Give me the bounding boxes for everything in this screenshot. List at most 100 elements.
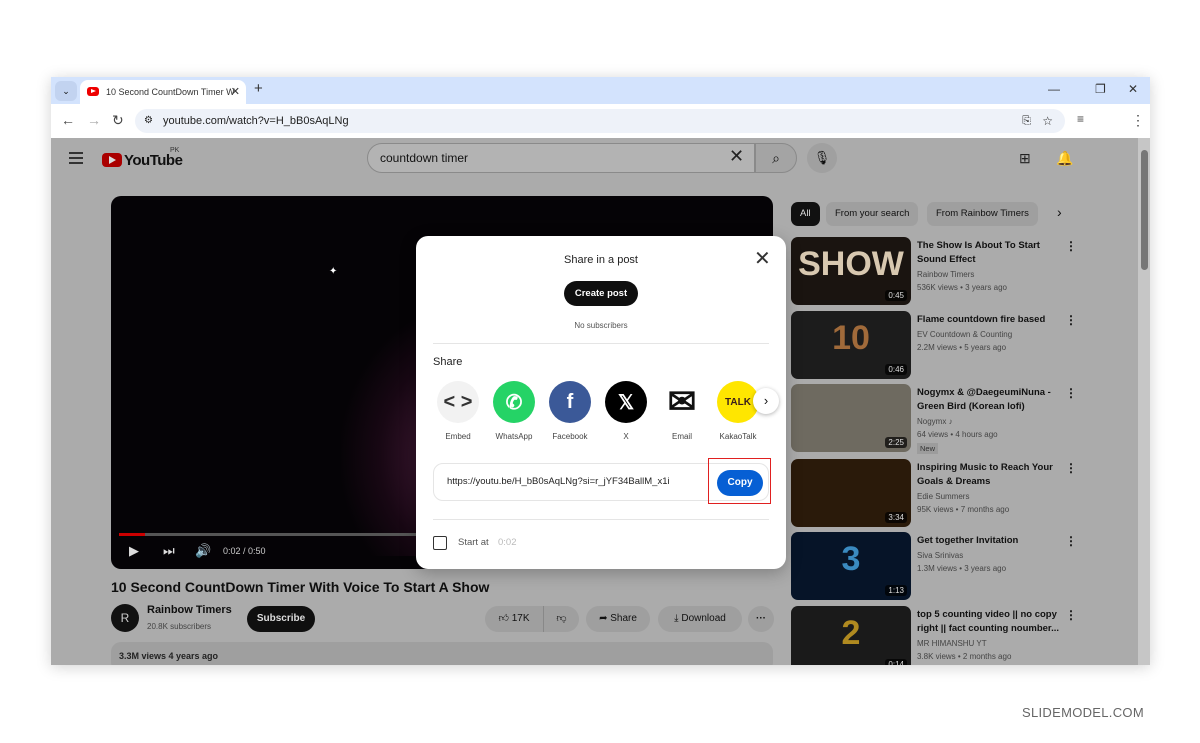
video-time: 0:02 / 0:50 [223, 546, 266, 556]
voice-search-button[interactable]: 🎙 [807, 143, 837, 173]
recommendation-channel[interactable]: EV Countdown & Counting [917, 330, 1012, 339]
video-thumbnail[interactable]: SHOW 0:45 [791, 237, 911, 305]
recommendation-item[interactable]: 3 1:13 Get together Invitation Siva Srin… [791, 532, 1131, 600]
share-option-x[interactable]: 𝕏X [604, 381, 648, 441]
start-at-checkbox[interactable] [433, 536, 447, 550]
notifications-bell-icon[interactable]: 🔔 [1056, 150, 1073, 167]
start-at-time[interactable]: 0:02 [498, 537, 517, 548]
recommendation-title[interactable]: Get together Invitation [917, 534, 1062, 548]
tab-search-button[interactable]: ⌄ [55, 81, 77, 101]
recommendation-title[interactable]: The Show Is About To Start Sound Effect [917, 239, 1062, 267]
minimize-button[interactable]: — [1048, 82, 1060, 96]
recommendation-item[interactable]: 3:34 Inspiring Music to Reach Your Goals… [791, 459, 1131, 527]
description-box[interactable]: 3.3M views 4 years ago [111, 642, 773, 665]
reload-button[interactable]: ↻ [112, 112, 124, 129]
like-button[interactable]: 👍︎ 17K [485, 606, 543, 632]
chips-next-icon[interactable]: › [1057, 204, 1062, 220]
subscriber-count: 20.8K subscribers [147, 622, 212, 631]
share-option-label: Email [671, 432, 692, 441]
subscribe-button[interactable]: Subscribe [247, 606, 315, 632]
create-video-icon[interactable]: ⊞ [1019, 150, 1031, 167]
video-thumbnail[interactable]: 10 0:46 [791, 311, 911, 379]
share-option-kakaotalk[interactable]: TALK KakaoTalk [716, 381, 760, 441]
x-icon: 𝕏 [605, 381, 647, 423]
recommendation-title[interactable]: Flame countdown fire based [917, 313, 1062, 327]
browser-menu-icon[interactable]: ⋮ [1131, 112, 1145, 129]
chip-from-rainbow-timers[interactable]: From Rainbow Timers [927, 202, 1038, 226]
create-post-button[interactable]: Create post [564, 281, 638, 306]
video-duration: 0:14 [885, 659, 907, 665]
chip-all[interactable]: All [791, 202, 820, 226]
recommendation-meta: 64 views • 4 hours ago [917, 430, 998, 439]
share-option-label: KakaoTalk [719, 432, 757, 441]
share-option-email[interactable]: ✉ Email [660, 381, 704, 441]
close-tab-icon[interactable]: ✕ [231, 80, 240, 104]
share-option-label: WhatsApp [495, 432, 533, 441]
recommendation-channel[interactable]: Nogymx ♪ [917, 417, 953, 426]
chip-from-your-search[interactable]: From your search [826, 202, 919, 226]
scrollbar-thumb[interactable] [1141, 150, 1148, 270]
more-options-icon[interactable]: ⋮ [1065, 534, 1077, 548]
video-duration: 3:34 [885, 512, 907, 523]
divider [433, 343, 769, 344]
close-window-button[interactable]: ✕ [1128, 82, 1138, 96]
browser-tab[interactable]: 10 Second CountDown Timer W ✕ [80, 80, 246, 104]
url-input[interactable]: ⚙ youtube.com/watch?v=H_bB0sAqLNg ⎘ ☆ [135, 109, 1065, 133]
more-options-icon[interactable]: ⋮ [1065, 386, 1077, 400]
install-icon[interactable]: ⎘ [1022, 109, 1031, 133]
recommendation-meta: 95K views • 7 months ago [917, 505, 1010, 514]
video-duration: 0:46 [885, 364, 907, 375]
channel-name[interactable]: Rainbow Timers [147, 604, 232, 616]
recommendation-item[interactable]: 2:25 Nogymx & @DaegeumiNuna - Green Bird… [791, 384, 1131, 454]
video-thumbnail[interactable]: 3 1:13 [791, 532, 911, 600]
more-options-icon[interactable]: ⋮ [1065, 461, 1077, 475]
more-options-icon[interactable]: ⋮ [1065, 608, 1077, 622]
play-button[interactable]: ▶ [129, 543, 139, 559]
recommendation-title[interactable]: top 5 counting video || no copy right ||… [917, 608, 1062, 636]
restore-button[interactable]: ❐ [1095, 82, 1106, 96]
recommendation-title[interactable]: Inspiring Music to Reach Your Goals & Dr… [917, 461, 1062, 489]
share-option-embed[interactable]: < > Embed [436, 381, 480, 441]
recommendation-item[interactable]: SHOW 0:45 The Show Is About To Start Sou… [791, 237, 1131, 305]
share-option-whatsapp[interactable]: ✆ WhatsApp [492, 381, 536, 441]
share-button[interactable]: ➦ Share [586, 606, 650, 632]
volume-icon[interactable]: 🔊 [195, 543, 211, 559]
no-subscribers-text: No subscribers [574, 321, 628, 330]
menu-icon[interactable] [69, 152, 83, 154]
tab-bar: ⌄ 10 Second CountDown Timer W ✕ + — ❐ ✕ [51, 77, 1150, 104]
recommendation-channel[interactable]: Edie Summers [917, 492, 969, 501]
share-arrow-icon: ➦ [599, 613, 611, 624]
channel-avatar[interactable]: R [111, 604, 139, 632]
share-option-facebook[interactable]: f Facebook [548, 381, 592, 441]
recommendation-channel[interactable]: Rainbow Timers [917, 270, 974, 279]
site-info-icon[interactable]: ⚙ [144, 109, 153, 133]
recommendation-channel[interactable]: Siva Srinivas [917, 551, 963, 560]
recommendation-title[interactable]: Nogymx & @DaegeumiNuna - Green Bird (Kor… [917, 386, 1062, 414]
search-button[interactable]: ⌕ [755, 143, 797, 173]
recommendation-item[interactable]: 2 0:14 top 5 counting video || no copy r… [791, 606, 1131, 665]
bookmark-star-icon[interactable]: ☆ [1042, 109, 1053, 133]
youtube-logo[interactable]: YouTube [102, 152, 183, 169]
reading-list-icon[interactable]: ≡ [1077, 112, 1084, 126]
more-options-icon[interactable]: ⋮ [1065, 313, 1077, 327]
next-button[interactable]: ⏭ [163, 543, 175, 559]
close-dialog-icon[interactable]: ✕ [754, 246, 771, 271]
back-button[interactable]: ← [61, 112, 75, 128]
more-options-icon[interactable]: ⋮ [1065, 239, 1077, 253]
page-scrollbar[interactable] [1138, 138, 1150, 665]
more-actions-button[interactable]: ··· [748, 606, 774, 632]
share-options-next-icon[interactable]: › [753, 388, 779, 414]
download-button[interactable]: ⤓ Download [658, 606, 742, 632]
video-sparkle: ✦ [329, 266, 338, 277]
facebook-icon: f [549, 381, 591, 423]
new-tab-button[interactable]: + [254, 80, 263, 97]
video-thumbnail[interactable]: 3:34 [791, 459, 911, 527]
clear-search-icon[interactable]: ✕ [729, 146, 744, 167]
recommendation-item[interactable]: 10 0:46 Flame countdown fire based EV Co… [791, 311, 1131, 379]
recommendation-channel[interactable]: MR HIMANSHU YT [917, 639, 987, 648]
video-thumbnail[interactable]: 2 0:14 [791, 606, 911, 665]
forward-button[interactable]: → [87, 112, 101, 128]
dislike-button[interactable]: 👎︎ [543, 606, 579, 632]
search-input[interactable]: countdown timer [367, 143, 755, 173]
video-thumbnail[interactable]: 2:25 [791, 384, 911, 452]
